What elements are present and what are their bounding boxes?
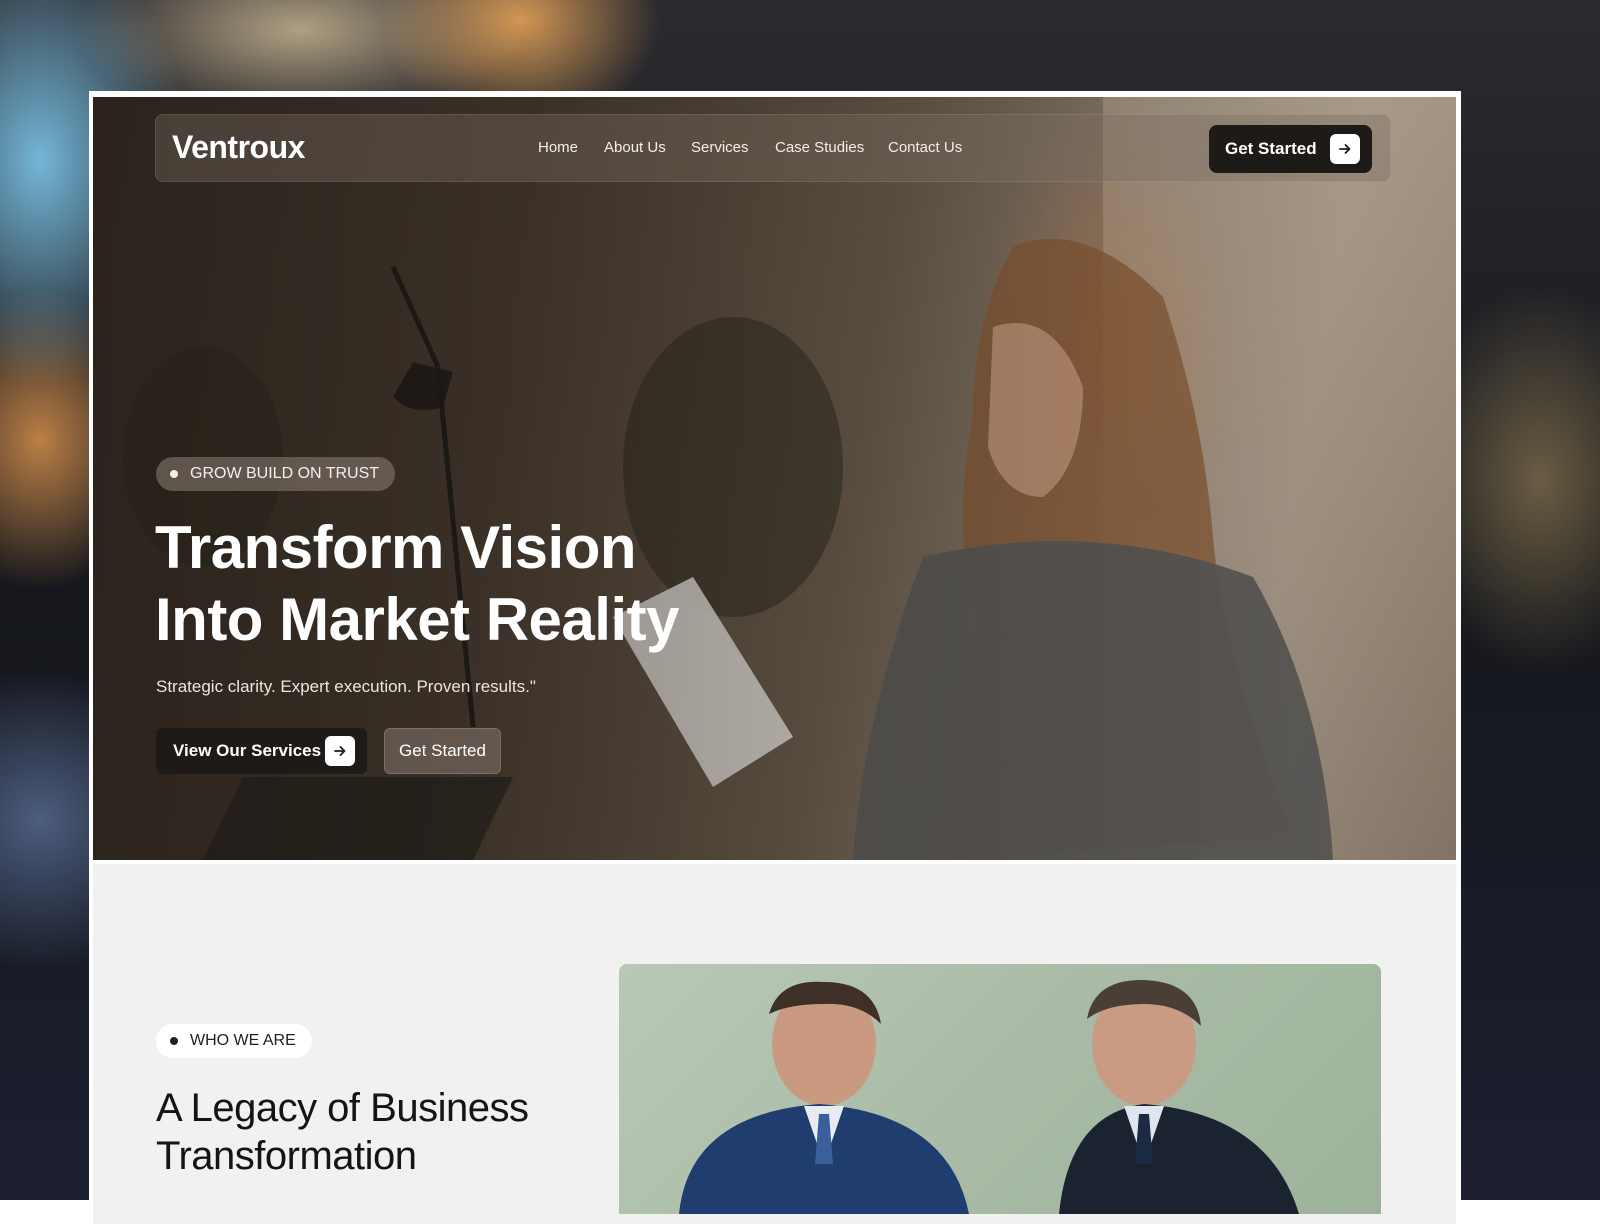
badge-dot-icon: [170, 470, 178, 478]
hero-get-started-button[interactable]: Get Started: [384, 728, 501, 774]
website-mockup: Ventroux Home About Us Services Case Stu…: [89, 91, 1461, 1211]
hero-title: Transform Vision Into Market Reality: [155, 512, 755, 656]
view-our-services-button[interactable]: View Our Services: [156, 728, 367, 774]
business-men-illustration: [619, 964, 1381, 1214]
nav-get-started-label: Get Started: [1225, 139, 1317, 159]
about-title-line-1: A Legacy of Business: [156, 1086, 528, 1130]
nav-link-home[interactable]: Home: [538, 139, 578, 156]
nav-link-about-us[interactable]: About Us: [604, 139, 666, 156]
view-our-services-label: View Our Services: [173, 741, 321, 761]
about-badge: WHO WE ARE: [156, 1024, 312, 1058]
hero-title-line-1: Transform Vision: [155, 514, 636, 581]
nav-links: Home About Us Services Case Studies Cont…: [156, 115, 1390, 183]
about-section: WHO WE ARE A Legacy of Business Transfor…: [93, 864, 1456, 1224]
about-team-image: [619, 964, 1381, 1214]
nav-link-services[interactable]: Services: [691, 139, 749, 156]
about-badge-label: WHO WE ARE: [190, 1032, 296, 1050]
arrow-right-icon: [325, 736, 355, 766]
hero-badge-label: GROW BUILD ON TRUST: [190, 465, 379, 483]
navbar: Ventroux Home About Us Services Case Stu…: [155, 114, 1391, 182]
arrow-right-icon: [1330, 134, 1360, 164]
hero-badge: GROW BUILD ON TRUST: [156, 457, 395, 491]
badge-dot-icon: [170, 1037, 178, 1045]
about-title-line-2: Transformation: [156, 1134, 417, 1178]
hero-title-line-2: Into Market Reality: [155, 586, 679, 653]
about-title: A Legacy of Business Transformation: [156, 1084, 596, 1180]
nav-link-case-studies[interactable]: Case Studies: [775, 139, 864, 156]
nav-link-contact-us[interactable]: Contact Us: [888, 139, 962, 156]
hero-section: Ventroux Home About Us Services Case Stu…: [93, 97, 1456, 860]
hero-subtitle: Strategic clarity. Expert execution. Pro…: [156, 677, 536, 697]
nav-get-started-button[interactable]: Get Started: [1209, 125, 1372, 173]
